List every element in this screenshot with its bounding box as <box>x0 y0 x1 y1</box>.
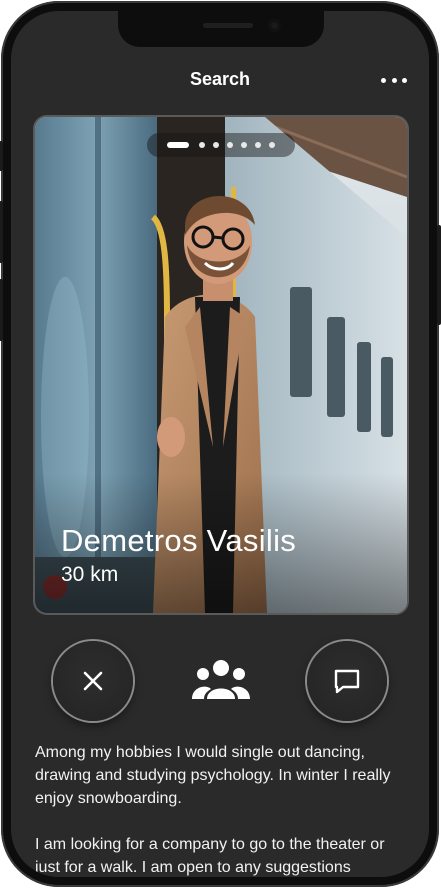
profile-name: Demetros Vasilis <box>61 523 297 558</box>
pagination-dot[interactable] <box>199 142 205 148</box>
more-horizontal-icon <box>381 77 386 83</box>
pagination-dot[interactable] <box>269 142 275 148</box>
pagination-dot[interactable] <box>255 142 261 148</box>
page-title: Search <box>189 69 251 89</box>
mute-switch <box>0 141 3 171</box>
profile-distance: 30 km <box>61 563 119 586</box>
message-button[interactable] <box>307 641 387 721</box>
front-camera <box>268 19 281 32</box>
profile-card[interactable]: Demetros Vasilis 30 km <box>35 117 407 613</box>
bio-paragraph: Among my hobbies I would single out danc… <box>35 744 391 807</box>
bio-paragraph: I am looking for a company to go to the … <box>35 836 385 876</box>
pagination-dot[interactable] <box>227 142 233 148</box>
pagination-dot-active[interactable] <box>167 142 189 148</box>
message-square-icon <box>334 669 360 694</box>
pagination-dot[interactable] <box>213 142 219 148</box>
profile-bio: Among my hobbies I would single out danc… <box>35 741 405 877</box>
power-button <box>437 225 441 325</box>
close-icon <box>83 671 103 691</box>
notch <box>118 11 324 47</box>
people-group-icon[interactable] <box>192 659 250 701</box>
pagination-dot[interactable] <box>241 142 247 148</box>
screen: Search Demetros Vasilis 30 km Among my h… <box>11 11 429 877</box>
volume-up-button <box>0 201 3 263</box>
phone-frame: Search Demetros Vasilis 30 km Among my h… <box>0 1 441 887</box>
speaker-grille <box>203 23 253 28</box>
volume-down-button <box>0 279 3 341</box>
photo-pagination[interactable] <box>147 133 295 157</box>
more-options-button[interactable] <box>381 73 407 87</box>
dismiss-button[interactable] <box>53 641 133 721</box>
